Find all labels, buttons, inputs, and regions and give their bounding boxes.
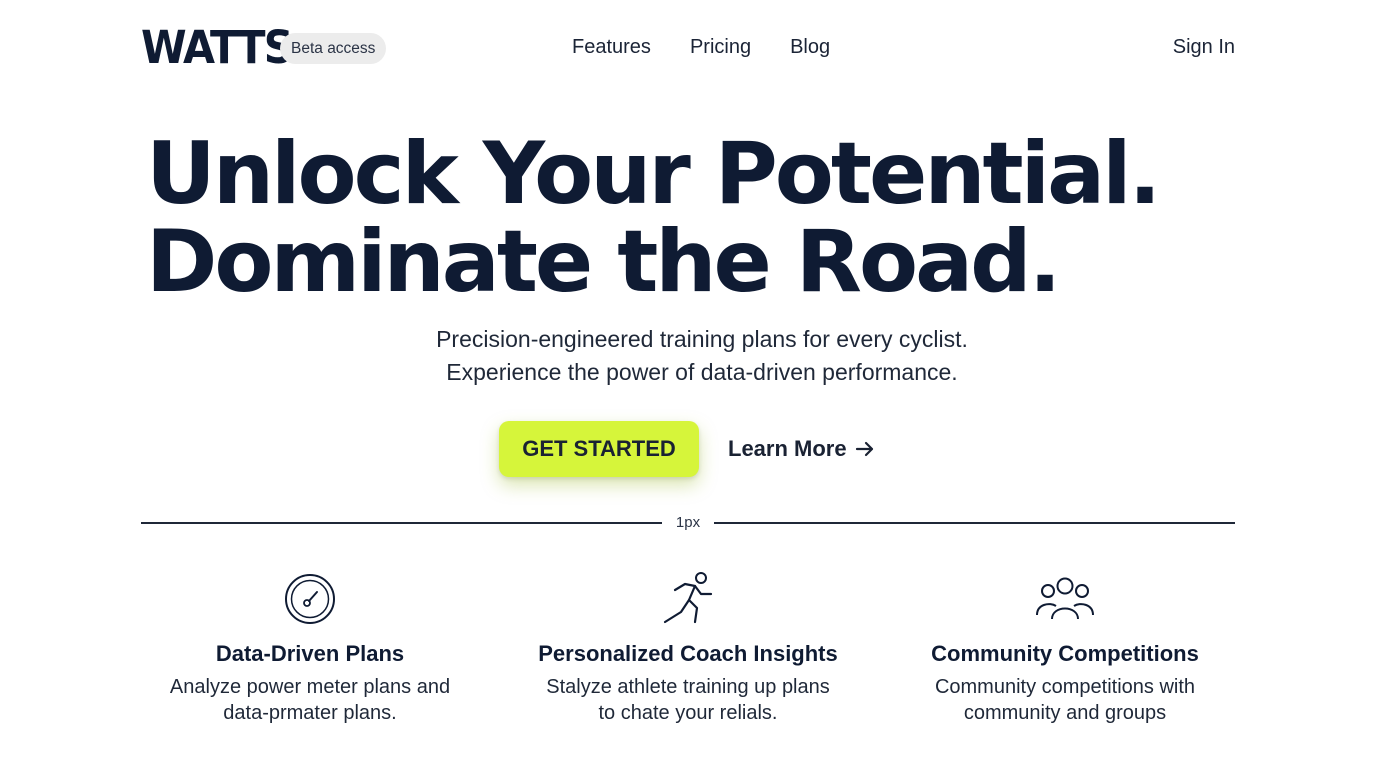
divider-line-right bbox=[714, 522, 1235, 524]
feature-description: Analyze power meter plans and data-prmat… bbox=[120, 674, 500, 726]
feature-description: Community competitions with community an… bbox=[875, 674, 1255, 726]
running-person-icon bbox=[663, 572, 713, 624]
landing-page: WATTS Beta access Features Pricing Blog … bbox=[0, 0, 1376, 768]
feature-description-line1: Analyze power meter plans and bbox=[169, 676, 451, 698]
feature-description-line1: Community competitions with bbox=[934, 676, 1196, 698]
nav-blog[interactable]: Blog bbox=[790, 36, 830, 59]
learn-more-link[interactable]: Learn More bbox=[728, 436, 875, 462]
feature-description-line2: community and groups bbox=[963, 702, 1167, 724]
speedometer-icon bbox=[285, 574, 335, 624]
hero-subtitle-line2: Experience the power of data-driven perf… bbox=[446, 359, 958, 385]
feature-description-line1: Stalyze athlete training up plans bbox=[546, 676, 830, 698]
get-started-button[interactable]: GET STARTED bbox=[499, 421, 699, 477]
hero-subtitle: Precision-engineered training plans for … bbox=[0, 323, 1376, 389]
feature-title: Community Competitions bbox=[931, 641, 1199, 666]
feature-title: Data-Driven Plans bbox=[215, 641, 405, 666]
nav-pricing[interactable]: Pricing bbox=[690, 36, 751, 59]
feature-coach-insights: Personalized Coach Insights Stalyze athl… bbox=[498, 568, 878, 726]
arrow-right-icon bbox=[855, 441, 873, 457]
hero-title-line1: Unlock Your Potential. bbox=[146, 124, 1161, 224]
feature-data-driven-plans: Data-Driven Plans Analyze power meter pl… bbox=[120, 568, 500, 726]
feature-title: Personalized Coach Insights bbox=[538, 641, 838, 666]
feature-community-competitions: Community Competitions Community competi… bbox=[875, 568, 1255, 726]
feature-description: Stalyze athlete training up plans to cha… bbox=[498, 674, 878, 726]
hero-subtitle-line1: Precision-engineered training plans for … bbox=[436, 326, 968, 352]
divider-label: 1px bbox=[675, 514, 701, 531]
hero-title: Unlock Your Potential. Dominate the Road… bbox=[146, 124, 1161, 312]
hero-title-line2: Dominate the Road. bbox=[146, 212, 1061, 312]
logo-text: WATTS bbox=[141, 21, 294, 74]
watts-logo[interactable]: WATTS bbox=[141, 21, 294, 74]
nav-features[interactable]: Features bbox=[572, 36, 651, 59]
sign-in-link[interactable]: Sign In bbox=[1173, 36, 1235, 59]
feature-description-line2: data-prmater plans. bbox=[223, 702, 397, 724]
group-icon bbox=[1036, 577, 1094, 620]
beta-badge: Beta access bbox=[280, 33, 387, 64]
main-nav: Features Pricing Blog bbox=[572, 36, 830, 59]
feature-description-line2: to chate your relials. bbox=[598, 702, 778, 724]
learn-more-label: Learn More bbox=[728, 436, 847, 461]
divider-line-left bbox=[141, 522, 662, 524]
